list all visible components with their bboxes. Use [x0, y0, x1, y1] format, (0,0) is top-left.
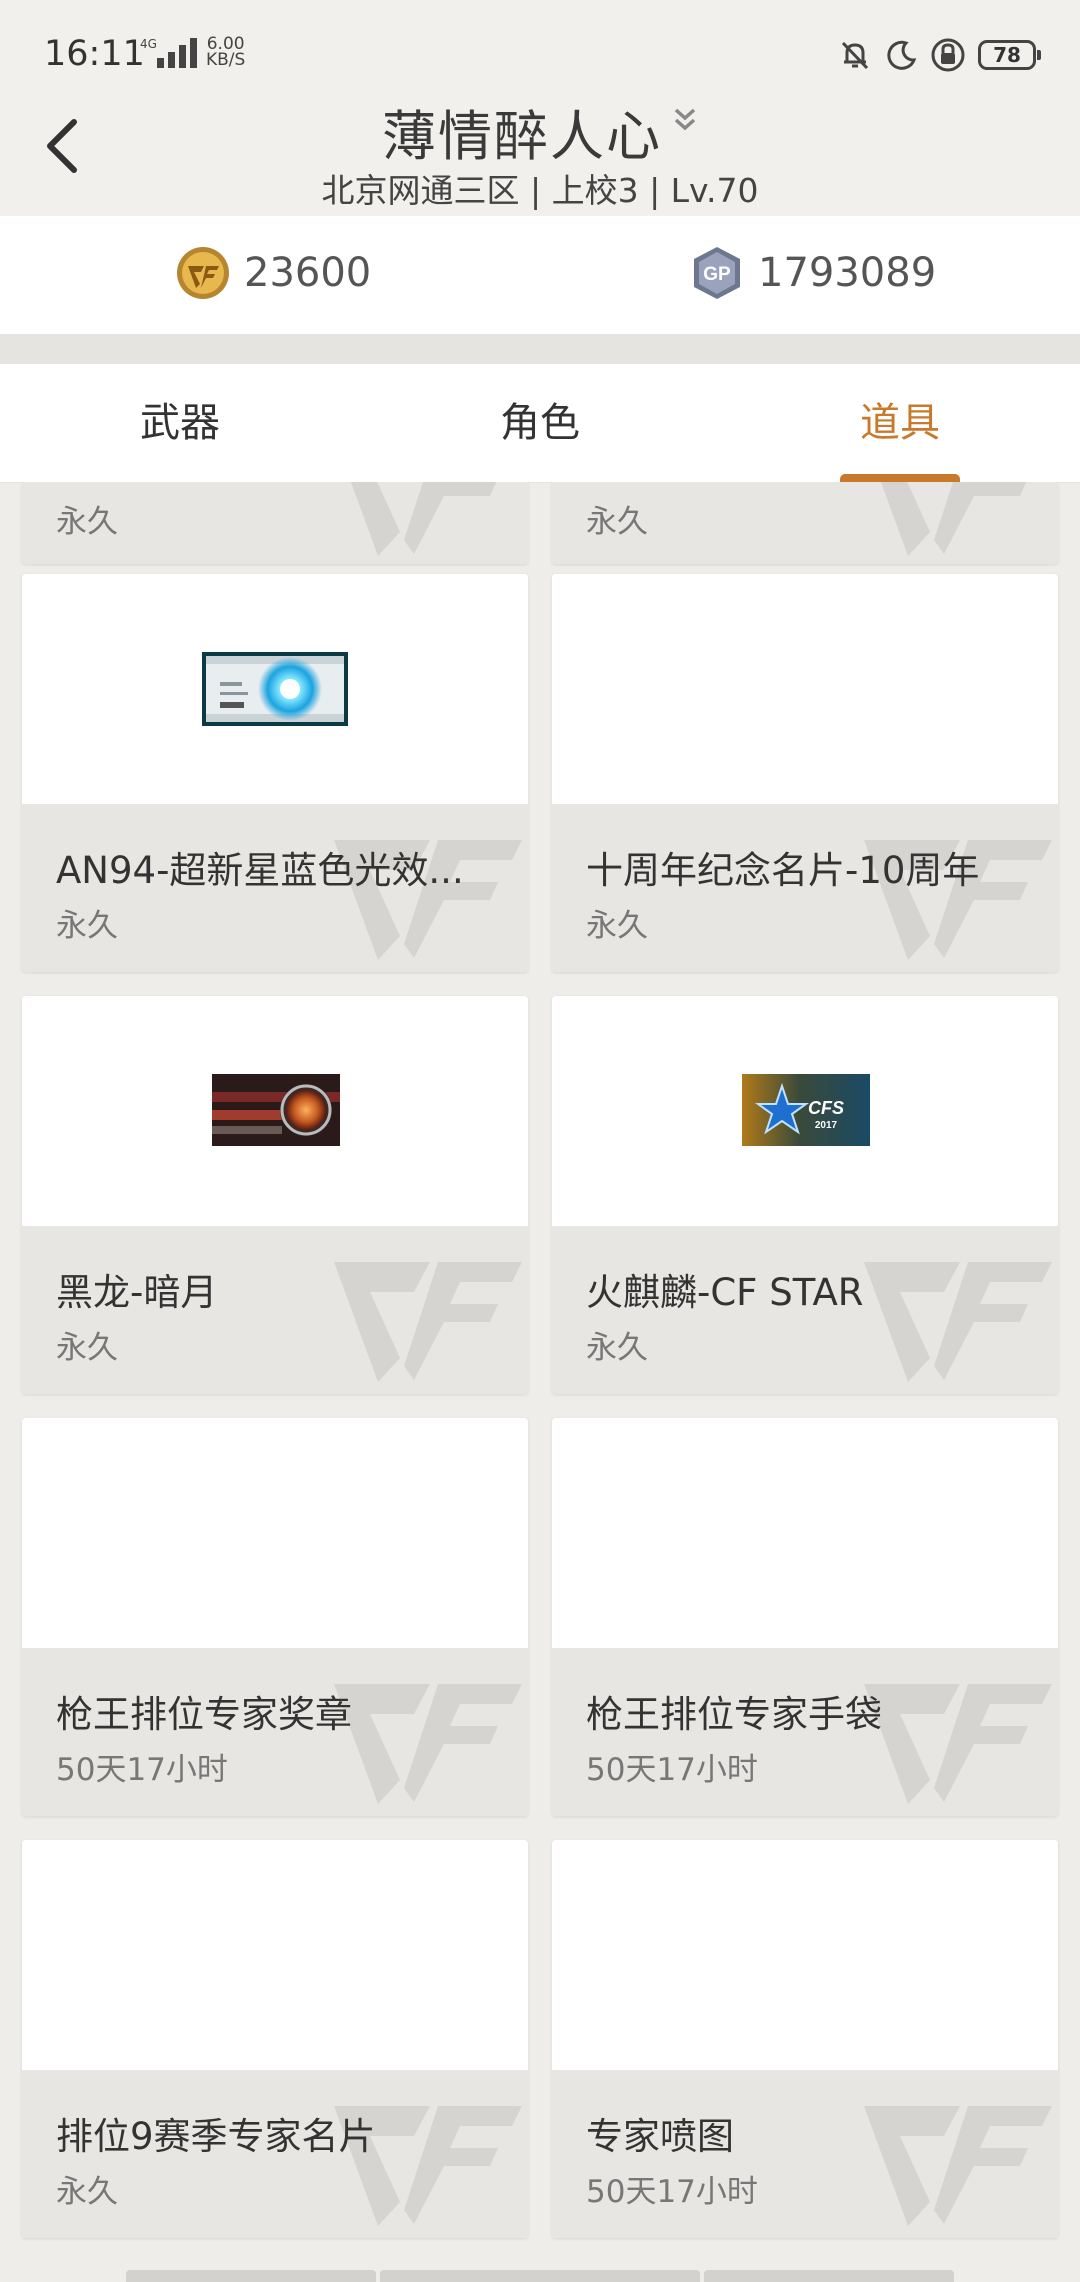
- network-speed: 6.00 KB/S: [206, 36, 246, 70]
- cf-watermark-icon: [334, 482, 522, 556]
- item-name: 火麒麟-CF STAR: [586, 1271, 864, 1314]
- item-card[interactable]: 永久: [552, 482, 1058, 564]
- card-info: 专家喷图 50天17小时: [552, 2070, 1058, 2238]
- item-duration: 50天17小时: [56, 1752, 228, 1788]
- item-name: 十周年纪念名片-10周年: [586, 849, 980, 892]
- cfs-logo-text: CFS: [808, 1098, 844, 1118]
- cfs-star-logo-thumbnail: CFS 2017: [742, 1074, 870, 1146]
- tab-items[interactable]: 道具: [720, 364, 1080, 482]
- status-time: 16:11: [44, 34, 145, 74]
- mute-bell-icon: [841, 41, 869, 70]
- card-image-area: [22, 996, 528, 1226]
- card-info: 枪王排位专家手袋 50天17小时: [552, 1648, 1058, 1816]
- item-name: 排位9赛季专家名片: [56, 2115, 376, 2158]
- network-type: 4G: [140, 37, 157, 51]
- card-info: 排位9赛季专家名片 永久: [22, 2070, 528, 2238]
- item-card[interactable]: 专家喷图 50天17小时: [552, 1840, 1058, 2238]
- moon-icon: [887, 40, 917, 70]
- item-duration: 永久: [586, 908, 648, 944]
- signal-icon: [157, 38, 197, 68]
- gp-coin-icon: GP: [694, 247, 740, 299]
- item-duration: 永久: [56, 1330, 118, 1366]
- item-card[interactable]: 十周年纪念名片-10周年 永久: [552, 574, 1058, 972]
- cfs-year-text: 2017: [815, 1120, 838, 1131]
- header: 16:11 4G 6.00 KB/S 78 薄情醉人心 北京网通三区 | 上校3…: [0, 0, 1080, 216]
- card-info: 枪王排位专家奖章 50天17小时: [22, 1648, 528, 1816]
- item-name: 专家喷图: [586, 2115, 734, 2158]
- title-row[interactable]: 薄情醉人心: [0, 92, 1080, 171]
- status-icons: 78: [838, 30, 1041, 80]
- gp-value: 1793089: [758, 250, 937, 296]
- item-card[interactable]: 排位9赛季专家名片 永久: [22, 1840, 528, 2238]
- item-duration: 永久: [56, 908, 118, 944]
- item-card[interactable]: 枪王排位专家手袋 50天17小时: [552, 1418, 1058, 1816]
- dark-dragon-moon-thumbnail: [212, 1074, 340, 1146]
- next-card-edge: [126, 2270, 376, 2282]
- item-duration: 50天17小时: [586, 1752, 758, 1788]
- card-info: 十周年纪念名片-10周年 永久: [552, 804, 1058, 972]
- tab-characters[interactable]: 角色: [360, 364, 720, 482]
- next-card-edge: [380, 2270, 700, 2282]
- item-card[interactable]: AN94-超新星蓝色光效... 永久: [22, 574, 528, 972]
- card-info: 永久: [22, 482, 528, 564]
- card-image-area: [552, 1418, 1058, 1648]
- item-card[interactable]: 黑龙-暗月 永久: [22, 996, 528, 1394]
- item-card[interactable]: 枪王排位专家奖章 50天17小时: [22, 1418, 528, 1816]
- gp-icon-text: GP: [703, 264, 731, 285]
- card-image-area: [22, 1840, 528, 2070]
- blue-light-card-thumbnail: [202, 652, 348, 726]
- item-duration: 永久: [586, 1330, 648, 1366]
- tab-bar: 武器 角色 道具: [0, 364, 1080, 483]
- item-card[interactable]: 永久: [22, 482, 528, 564]
- card-image-area: [552, 574, 1058, 804]
- card-info: 永久: [552, 482, 1058, 564]
- card-info: 黑龙-暗月 永久: [22, 1226, 528, 1394]
- card-image-area: [22, 1418, 528, 1648]
- chevron-down-icon[interactable]: [672, 106, 698, 136]
- item-name: AN94-超新星蓝色光效...: [56, 849, 464, 892]
- card-image-area: [552, 1840, 1058, 2070]
- item-name: 枪王排位专家奖章: [56, 1693, 352, 1736]
- speed-unit: KB/S: [206, 50, 246, 70]
- battery-icon: 78: [978, 40, 1041, 70]
- cf-coin-icon: [177, 247, 229, 299]
- card-image-area: [22, 574, 528, 804]
- item-duration: 永久: [586, 504, 648, 540]
- player-info: 北京网通三区 | 上校3 | Lv.70: [321, 171, 759, 210]
- item-duration: 永久: [56, 2174, 118, 2210]
- cf-points: 23600: [176, 246, 371, 300]
- item-duration: 50天17小时: [586, 2174, 758, 2210]
- next-card-edge: [704, 2270, 954, 2282]
- currency-bar: 23600 GP 1793089: [0, 216, 1080, 334]
- lock-icon: [931, 38, 965, 72]
- item-name: 枪王排位专家手袋: [586, 1693, 882, 1736]
- card-info: AN94-超新星蓝色光效... 永久: [22, 804, 528, 972]
- tab-weapons[interactable]: 武器: [0, 364, 360, 482]
- cf-watermark-icon: [864, 482, 1052, 556]
- card-info: 火麒麟-CF STAR 永久: [552, 1226, 1058, 1394]
- card-image-area: CFS 2017: [552, 996, 1058, 1226]
- cf-points-value: 23600: [244, 250, 372, 296]
- item-name: 黑龙-暗月: [56, 1271, 218, 1314]
- item-card[interactable]: CFS 2017 火麒麟-CF STAR 永久: [552, 996, 1058, 1394]
- section-divider: [0, 334, 1080, 364]
- active-tab-indicator: [840, 474, 960, 482]
- item-duration: 永久: [56, 504, 118, 540]
- gp-points: GP 1793089: [690, 246, 936, 300]
- page-title: 薄情醉人心: [382, 105, 662, 168]
- item-grid[interactable]: 永久 永久 AN94-超新星蓝色光效... 永久 十周年纪念名片-10周年 永久…: [0, 482, 1080, 2280]
